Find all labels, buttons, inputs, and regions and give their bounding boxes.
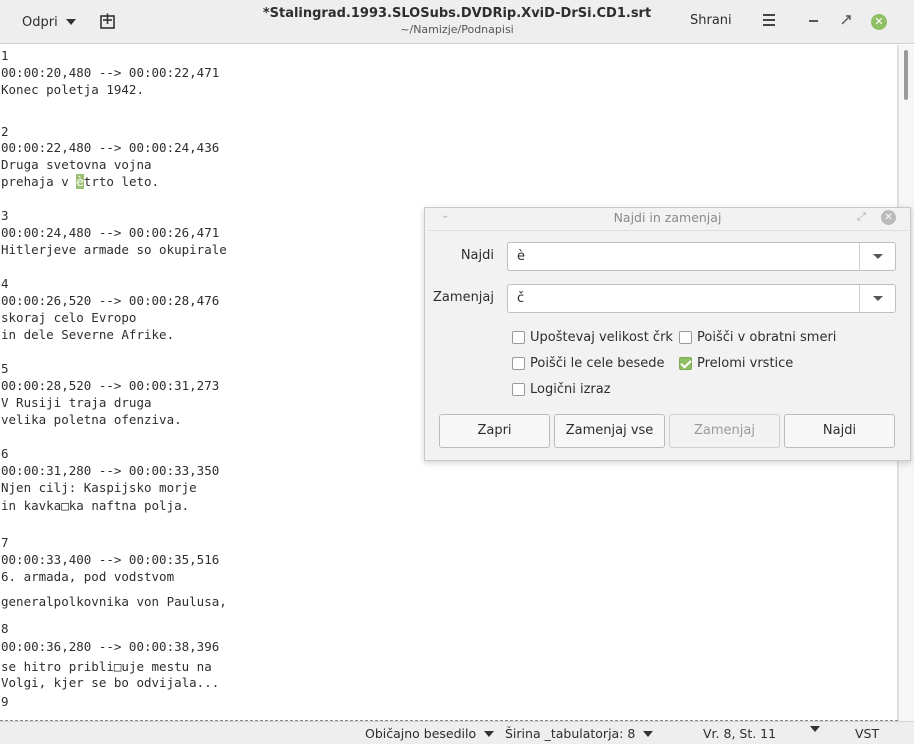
checkbox-box <box>512 331 525 344</box>
find-replace-dialog: Najdi in zamenjaj ⌄ ⤢ ✕ Najdi è Zamenjaj… <box>424 207 911 461</box>
insert-mode-label: VST <box>855 726 880 741</box>
replace-all-button[interactable]: Zamenjaj vse <box>554 414 665 448</box>
hamburger-menu-icon[interactable] <box>763 14 779 28</box>
line-rest: ka naftna polja. <box>68 498 190 513</box>
window-title: *Stalingrad.1993.SLOSubs.DVDRip.XviD-DrS… <box>250 6 664 36</box>
open-button[interactable]: Odpri <box>14 10 84 34</box>
checkbox-checked-icon <box>679 357 692 370</box>
maximize-icon[interactable] <box>840 14 854 28</box>
editor-line: V Rusiji traja druga <box>1 395 152 410</box>
save-button[interactable]: Shrani <box>690 13 732 28</box>
editor-line: 00:00:22,480 --> 00:00:24,436 <box>1 140 220 155</box>
whole-words-label: Poišči le cele besede <box>530 356 665 371</box>
find-label: Najdi <box>460 248 494 263</box>
find-button[interactable]: Najdi <box>784 414 895 448</box>
editor-line: Konec poletja 1942. <box>1 82 144 97</box>
collapse-icon[interactable]: ⌄ <box>441 210 449 221</box>
tab-width-label: Širina _tabulatorja: 8 <box>505 726 636 741</box>
wrap-around-label: Prelomi vrstice <box>697 356 794 371</box>
restore-icon[interactable]: ⤢ <box>857 210 866 224</box>
dialog-body: Najdi è Zamenjaj č Upoštevaj velikost čr… <box>428 230 908 458</box>
editor-line: 8 <box>1 621 9 636</box>
line-rest: trto leto. <box>83 174 160 189</box>
editor-line: 3 <box>1 208 9 223</box>
editor-line: velika poletna ofenziva. <box>1 412 182 427</box>
match-case-label: Upoštevaj velikost črk <box>530 330 673 345</box>
cursor-position[interactable]: Vr. 8, St. 11 <box>703 726 776 741</box>
editor-line: 5 <box>1 361 9 376</box>
dialog-title: Najdi in zamenjaj <box>613 210 722 225</box>
close-icon[interactable]: ✕ <box>871 14 887 30</box>
close-button[interactable]: Zapri <box>439 414 550 448</box>
checkbox-box <box>679 331 692 344</box>
chevron-down-icon <box>872 254 883 259</box>
match-case-checkbox[interactable]: Upoštevaj velikost črk <box>512 330 673 345</box>
position-dropdown[interactable] <box>810 726 820 732</box>
chevron-down-icon <box>810 726 820 732</box>
header-bar: Odpri *Stalingrad.1993.SLOSubs.DVDRip.Xv… <box>0 0 914 44</box>
minimize-icon[interactable] <box>809 20 818 22</box>
editor-line: Volgi, kjer se bo odvijala... <box>1 675 220 690</box>
search-match-highlight: è <box>76 174 84 189</box>
cursor-position-label: Vr. 8, St. 11 <box>703 726 777 741</box>
chevron-down-icon <box>65 19 76 25</box>
replace-button[interactable]: Zamenjaj <box>669 414 780 448</box>
find-input[interactable]: è <box>508 243 859 270</box>
editor-line: prehaja v ètrto leto. <box>1 174 160 189</box>
wrap-around-checkbox[interactable]: Prelomi vrstice <box>679 356 793 371</box>
editor-line: 2 <box>1 124 9 139</box>
tab-width-selector[interactable]: Širina _tabulatorja: 8 <box>505 726 654 741</box>
editor-line: in kavka□ka naftna polja. <box>1 498 190 513</box>
search-backwards-checkbox[interactable]: Poišči v obratni smeri <box>679 330 836 345</box>
replace-combobox[interactable]: č <box>507 284 896 313</box>
editor-line: Hitlerjeve armade so okupirale <box>1 242 227 257</box>
editor-line: 00:00:31,280 --> 00:00:33,350 <box>1 463 220 478</box>
invalid-char-glyph: □ <box>61 498 69 513</box>
regex-label: Logični izraz <box>530 382 611 397</box>
status-bar: Običajno besedilo Širina _tabulatorja: 8… <box>0 721 914 744</box>
checkbox-box <box>512 383 525 396</box>
editor-line: 1 <box>1 48 9 63</box>
whole-words-checkbox[interactable]: Poišči le cele besede <box>512 356 665 371</box>
editor-line: in dele Severne Afrike. <box>1 327 175 342</box>
checkbox-box <box>512 357 525 370</box>
open-button-label: Odpri <box>22 14 58 30</box>
editor-line: 4 <box>1 276 9 291</box>
replace-input[interactable]: č <box>508 285 859 312</box>
dialog-close-icon[interactable]: ✕ <box>881 210 896 225</box>
editor-line: 00:00:26,520 --> 00:00:28,476 <box>1 293 220 308</box>
scrollbar-thumb[interactable] <box>904 50 908 100</box>
chevron-down-icon <box>484 730 495 737</box>
editor-line: 7 <box>1 535 9 550</box>
editor-line: 00:00:33,400 --> 00:00:35,516 <box>1 552 220 567</box>
editor-line: 00:00:20,480 --> 00:00:22,471 <box>1 65 220 80</box>
editor-line: Njen cilj: Kaspijsko morje <box>1 480 197 495</box>
editor-line: se hitro pribli□uje mestu na <box>1 659 212 674</box>
replace-history-button[interactable] <box>859 285 895 312</box>
editor-line: 6 <box>1 446 9 461</box>
chevron-down-icon <box>643 730 654 737</box>
editor-line: 6. armada, pod vodstvom <box>1 569 175 584</box>
editor-line: 00:00:24,480 --> 00:00:26,471 <box>1 225 220 240</box>
replace-label: Zamenjaj <box>433 290 494 305</box>
new-document-icon[interactable] <box>98 12 118 32</box>
language-selector[interactable]: Običajno besedilo <box>365 726 495 741</box>
document-path: ~/Namizje/Podnapisi <box>400 23 514 36</box>
regex-checkbox[interactable]: Logični izraz <box>512 382 611 397</box>
find-history-button[interactable] <box>859 243 895 270</box>
editor-line: 00:00:36,280 --> 00:00:38,396 <box>1 639 220 654</box>
editor-line: Druga svetovna vojna <box>1 157 152 172</box>
editor-line: 9 <box>1 694 9 709</box>
language-label: Običajno besedilo <box>365 726 477 741</box>
editor-line: generalpolkovnika von Paulusa, <box>1 594 227 609</box>
editor-line: skoraj celo Evropo <box>1 310 137 325</box>
insert-mode[interactable]: VST <box>855 726 879 741</box>
line-rest: uje mestu na <box>121 659 212 674</box>
search-backwards-label: Poišči v obratni smeri <box>697 330 837 345</box>
document-title: *Stalingrad.1993.SLOSubs.DVDRip.XviD-DrS… <box>262 6 652 21</box>
editor-line: 00:00:28,520 --> 00:00:31,273 <box>1 378 220 393</box>
find-combobox[interactable]: è <box>507 242 896 271</box>
chevron-down-icon <box>872 296 883 301</box>
